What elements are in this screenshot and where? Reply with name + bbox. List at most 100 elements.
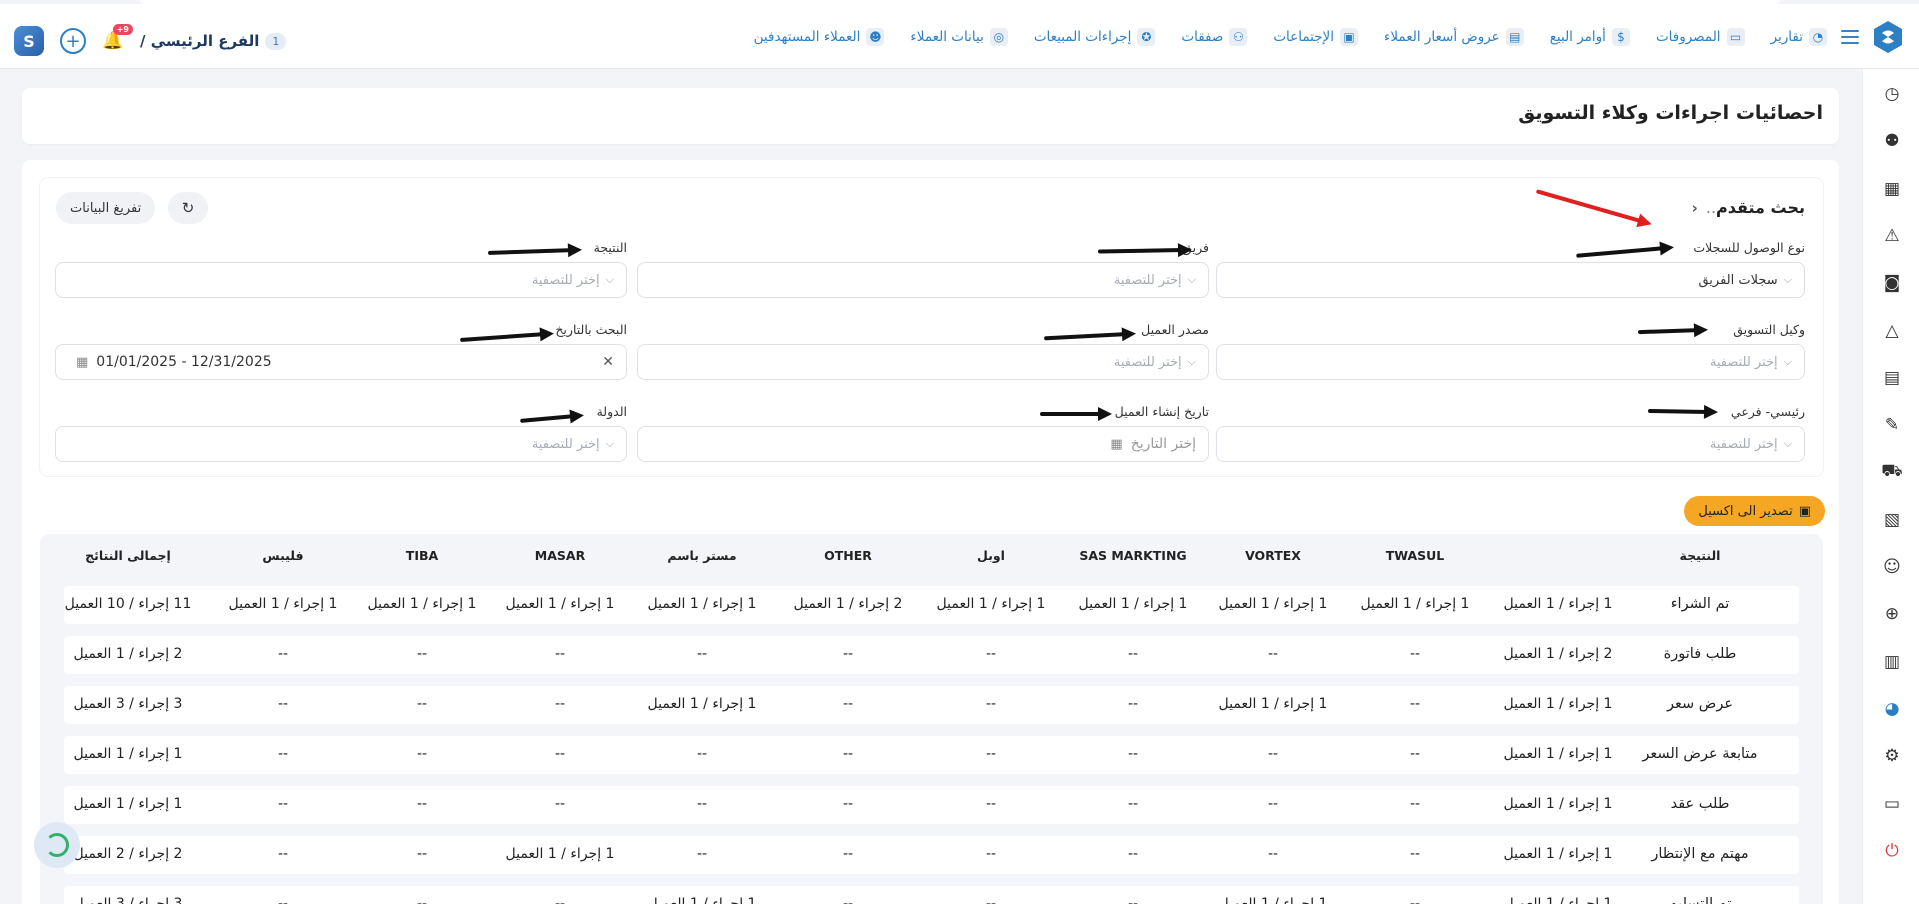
power-icon[interactable]: ⏻: [1879, 838, 1905, 864]
table-cell: --: [416, 696, 428, 712]
refresh-icon[interactable]: ↻: [168, 192, 208, 224]
result-label: النتيجة: [593, 240, 627, 255]
app-logo-icon[interactable]: [1871, 20, 1905, 54]
notifications-bell-icon[interactable]: 🔔 +9: [102, 24, 133, 52]
table-header-cell[interactable]: إجمالى النتائج: [58, 548, 198, 563]
table-header-cell[interactable]: فليبس: [213, 548, 353, 563]
created-date-placeholder: إختر التاريخ: [1130, 436, 1196, 452]
table-cell: 2 إجراء / 1 العميل: [793, 596, 903, 612]
table-header-cell[interactable]: VORTEX: [1203, 548, 1343, 563]
table-cell: --: [277, 796, 289, 812]
table-cell: 1 إجراء / 1 العميل: [1503, 696, 1613, 712]
table-cell: --: [842, 796, 854, 812]
clear-date-icon[interactable]: ✕: [602, 354, 614, 370]
notification-badge: +9: [112, 24, 133, 35]
table-cell: --: [1409, 846, 1421, 862]
team-icon[interactable]: ⚉: [1879, 128, 1905, 154]
source-placeholder: إختر للتصفية: [1113, 354, 1182, 370]
result-cell: عرض سعر: [1667, 696, 1733, 712]
invoice-icon[interactable]: ▤: [1879, 365, 1905, 391]
nav-items: ☻ العملاء المستهدفين ◎ بيانات العملاء ✪ إجراء…: [754, 28, 1827, 46]
nav-item-1[interactable]: ◎ بيانات العملاء: [910, 28, 1008, 46]
source-select[interactable]: ⌵ إختر للتصفية: [637, 344, 1209, 380]
menu-toggle-icon[interactable]: [1841, 30, 1859, 44]
table-header-cell[interactable]: اوبل: [921, 548, 1061, 563]
access-type-value: سجلات الفريق: [1698, 272, 1778, 288]
table-cell: --: [554, 796, 566, 812]
result-cell: متابعة عرض السعر: [1642, 746, 1758, 762]
nav-item-7[interactable]: ▭ المصروفات: [1656, 28, 1745, 46]
table-cell: --: [842, 896, 854, 904]
agent-placeholder: إختر للتصفية: [1709, 354, 1778, 370]
chevron-down-icon: ⌵: [1187, 355, 1196, 368]
agent-select[interactable]: ⌵ إختر للتصفية: [1216, 344, 1805, 380]
table-cell: 1 إجراء / 1 العميل: [73, 746, 183, 762]
table-row: مهتم مع الإنتظار 1 إجراء / 1 العميل -- -- --…: [64, 836, 1799, 874]
table-cell: --: [842, 646, 854, 662]
cash-icon[interactable]: ▦: [1879, 176, 1905, 202]
nav-item-label: صفقات: [1181, 29, 1224, 45]
nav-item-8[interactable]: ◔ تقارير: [1771, 28, 1827, 46]
warning-icon[interactable]: ⚠: [1879, 223, 1905, 249]
table-cell: --: [696, 846, 708, 862]
table-cell: 1 إجراء / 1 العميل: [936, 596, 1046, 612]
laptop-icon: ▭: [1726, 28, 1745, 46]
contract-icon[interactable]: ▥: [1879, 649, 1905, 675]
date-range-input[interactable]: ▦ 01/01/2025 - 12/31/2025 ✕: [55, 344, 627, 380]
access-type-select[interactable]: ⌵ سجلات الفريق: [1216, 262, 1805, 298]
table-cell: --: [277, 846, 289, 862]
clear-data-button[interactable]: تفريغ البيانات: [56, 192, 156, 224]
table-cell: --: [842, 696, 854, 712]
pie-chart-icon: ◔: [1809, 28, 1827, 46]
table-cell: --: [277, 896, 289, 904]
presentation-icon: ▣: [1340, 28, 1358, 46]
advanced-search-toggle[interactable]: بحث متقدم.. ‹: [1692, 198, 1805, 217]
add-plus-button[interactable]: +: [60, 28, 86, 54]
main-sub-select[interactable]: ⌵ إختر للتصفية: [1216, 426, 1805, 462]
pen-icon[interactable]: ✎: [1879, 412, 1905, 438]
nav-item-4[interactable]: ▣ الإجتماعات: [1273, 28, 1358, 46]
nav-item-3[interactable]: ⚇ صفقات: [1181, 28, 1248, 46]
nav-item-0[interactable]: ☻ العملاء المستهدفين: [754, 28, 885, 46]
brand-s-icon[interactable]: S: [14, 26, 44, 56]
branch-selector[interactable]: 1 الفرع الرئيسي /: [140, 32, 287, 50]
truck-icon[interactable]: ⛟: [1879, 459, 1905, 485]
package-icon[interactable]: ▧: [1879, 507, 1905, 533]
table-cell: 1 إجراء / 1 العميل: [647, 696, 757, 712]
clock-doc-icon[interactable]: ◷: [1879, 81, 1905, 107]
nav-item-2[interactable]: ✪ إجراءات المبيعات: [1034, 28, 1156, 46]
table-header-cell[interactable]: مستر باسم: [632, 548, 772, 563]
deals-icon: ⚇: [1229, 28, 1248, 46]
result-cell: تم التسليم: [1668, 896, 1732, 904]
table-cell: 1 إجراء / 1 العميل: [505, 846, 615, 862]
table-cell: --: [416, 746, 428, 762]
created-date-input[interactable]: إختر التاريخ ▦: [637, 426, 1209, 462]
user-edit-icon[interactable]: ☺: [1879, 554, 1905, 580]
table-cell: 3 إجراء / 3 العميل: [73, 896, 183, 904]
team-select[interactable]: ⌵ إختر للتصفية: [637, 262, 1209, 298]
mountain-icon[interactable]: △: [1879, 318, 1905, 344]
chevron-down-icon: ⌵: [1783, 355, 1792, 368]
main-content-card: بحث متقدم.. ‹ تفريغ البيانات ↻ نوع الوصو…: [22, 160, 1839, 904]
table-header-cell[interactable]: SAS MARKTING: [1063, 548, 1203, 563]
export-excel-button[interactable]: ▣ تصدير الى اكسيل: [1684, 496, 1825, 526]
table-cell: 1 إجراء / 1 العميل: [1503, 746, 1613, 762]
table-header-cell[interactable]: OTHER: [778, 548, 918, 563]
country-select[interactable]: ⌵ إختر للتصفية: [55, 426, 627, 462]
nav-item-5[interactable]: ▤ عروض أسعار العملاء: [1384, 28, 1524, 46]
doc-add-icon[interactable]: ⊕: [1879, 601, 1905, 627]
nav-item-6[interactable]: $ أوامر البيع: [1550, 28, 1630, 46]
video-icon[interactable]: ◙: [1879, 270, 1905, 296]
table-cell: --: [1267, 796, 1279, 812]
stats-icon[interactable]: ◕: [1879, 696, 1905, 722]
table-header-cell[interactable]: MASAR: [490, 548, 630, 563]
result-select[interactable]: ⌵ إختر للتصفية: [55, 262, 627, 298]
table-cell: --: [554, 896, 566, 904]
nav-item-label: الإجتماعات: [1273, 29, 1334, 45]
table-header-cell[interactable]: النتيجة: [1630, 548, 1770, 563]
table-header-cell[interactable]: TIBA: [352, 548, 492, 563]
table-row: تم التسليم 1 إجراء / 1 العميل -- 1 إجراء / …: [64, 886, 1799, 904]
window-icon[interactable]: ▭: [1879, 791, 1905, 817]
table-header-cell[interactable]: TWASUL: [1345, 548, 1485, 563]
settings-icon[interactable]: ⚙: [1879, 743, 1905, 769]
